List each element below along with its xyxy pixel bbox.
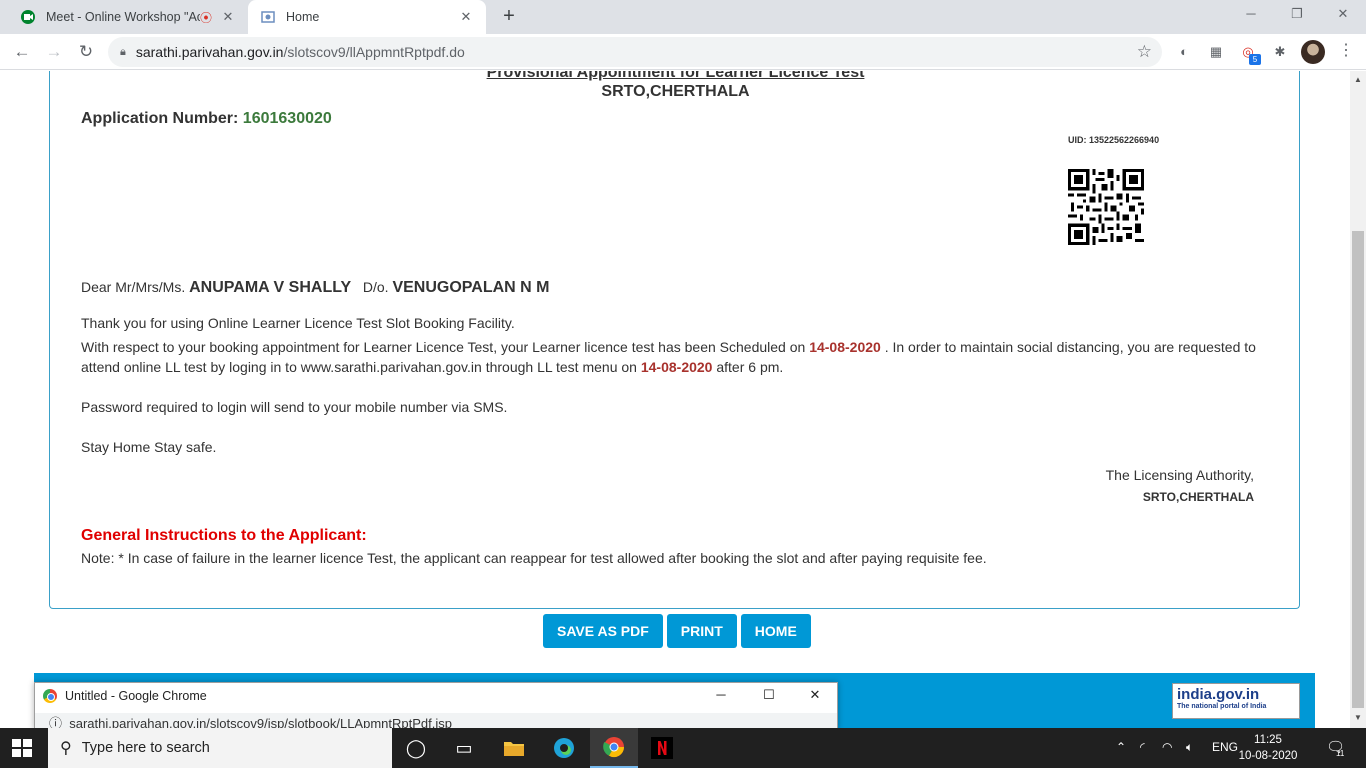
extension-badge: 5 xyxy=(1249,54,1261,65)
taskbar-search[interactable]: ⚲ Type here to search xyxy=(48,728,392,768)
volume-icon[interactable]: 🔈︎ xyxy=(1186,740,1193,755)
schedule-text-b: . In order to maintain social distancing… xyxy=(880,339,1256,355)
application-number-value: 1601630020 xyxy=(242,110,332,127)
taskbar: ⚲ Type here to search ◯ ▭ ⌃ ◜ ◠ 🔈︎ ENG 1… xyxy=(0,728,1366,768)
salutation: Dear Mr/Mrs/Ms. xyxy=(81,279,186,295)
salutation-line: Dear Mr/Mrs/Ms. ANUPAMA V SHALLY D/o. VE… xyxy=(81,279,550,297)
wifi-icon[interactable]: ◠ xyxy=(1162,740,1172,754)
close-window-icon[interactable]: ✕ xyxy=(1328,6,1358,22)
password-note: Password required to login will send to … xyxy=(81,399,508,415)
chrome-icon xyxy=(43,689,57,703)
tab-strip: Meet - Online Workshop "Ac ⦿ ✕ Home ✕ + … xyxy=(0,0,1366,34)
edge-icon[interactable] xyxy=(540,728,588,768)
applicant-name: ANUPAMA V SHALLY xyxy=(189,279,352,296)
schedule-text-d: after 6 pm. xyxy=(712,359,784,375)
netflix-icon[interactable] xyxy=(638,728,686,768)
tray-chevron-icon[interactable]: ⌃ xyxy=(1116,740,1126,754)
authority-office: SRTO,CHERTHALA xyxy=(1142,490,1254,504)
network-icon[interactable]: ◜ xyxy=(1140,740,1145,754)
thank-you-text: Thank you for using Online Learner Licen… xyxy=(81,315,515,331)
schedule-text-a: With respect to your booking appointment… xyxy=(81,339,810,355)
office-name: SRTO,CHERTHALA xyxy=(601,83,750,100)
notification-count: 11 xyxy=(1336,749,1345,758)
task-view-icon[interactable]: ▭ xyxy=(440,728,488,768)
file-explorer-icon[interactable] xyxy=(490,728,538,768)
reload-icon[interactable]: ↻ xyxy=(74,40,98,64)
page-scrollbar[interactable]: ▲ ▼ xyxy=(1350,71,1366,728)
popup-minimize-icon[interactable]: ─ xyxy=(711,687,731,702)
minimize-icon[interactable]: ─ xyxy=(1236,6,1266,21)
restore-icon[interactable]: ❐ xyxy=(1282,6,1312,22)
tab-meet[interactable]: Meet - Online Workshop "Ac ⦿ ✕ xyxy=(8,0,248,34)
parivahan-icon xyxy=(260,9,276,25)
uid-label: UID: 13522562266940 xyxy=(1068,135,1160,145)
forward-icon[interactable]: → xyxy=(42,40,66,64)
application-number: Application Number: 1601630020 xyxy=(81,110,332,128)
system-clock[interactable]: 11:25 10-08-2020 xyxy=(1238,732,1298,764)
extension-grid-icon[interactable]: ▦ xyxy=(1206,42,1226,62)
extension-compass-icon[interactable]: ◐ xyxy=(1174,42,1194,62)
tab-title: Meet - Online Workshop "Ac xyxy=(46,10,200,24)
home-button[interactable]: HOME xyxy=(740,614,811,648)
language-indicator[interactable]: ENG xyxy=(1212,740,1238,754)
menu-kebab-icon[interactable]: ⋮ xyxy=(1338,40,1354,60)
page-title: Provisional Appointment for Learner Lice… xyxy=(486,71,865,81)
url-path: /slotscov9/llAppmntRptpdf.do xyxy=(283,44,465,60)
appointment-panel: Provisional Appointment for Learner Lice… xyxy=(49,71,1300,609)
stay-safe-text: Stay Home Stay safe. xyxy=(81,439,217,455)
clock-time: 11:25 xyxy=(1254,734,1282,746)
lock-icon[interactable]: 🔒︎ xyxy=(120,46,126,59)
schedule-paragraph: With respect to your booking appointment… xyxy=(81,337,1261,377)
portal-name: india.gov.in xyxy=(1177,686,1260,703)
browser-toolbar: ← → ↻ 🔒︎ sarathi.parivahan.gov.in/slotsc… xyxy=(0,34,1366,70)
popup-window[interactable]: Untitled - Google Chrome ─ ☐ ✕ ⓘ sarathi… xyxy=(34,682,838,731)
popup-close-icon[interactable]: ✕ xyxy=(805,687,825,703)
scrollbar-thumb[interactable] xyxy=(1352,231,1364,708)
application-label: Application Number: xyxy=(81,110,239,127)
tab-home[interactable]: Home ✕ xyxy=(248,0,486,34)
address-bar[interactable]: 🔒︎ sarathi.parivahan.gov.in/slotscov9/ll… xyxy=(108,37,1162,67)
popup-title: Untitled - Google Chrome xyxy=(65,689,207,703)
url-host: sarathi.parivahan.gov.in xyxy=(135,44,284,60)
india-gov-logo[interactable]: india.gov.in The national portal of Indi… xyxy=(1172,683,1300,719)
search-placeholder: Type here to search xyxy=(81,740,210,756)
test-date: 14-08-2020 xyxy=(640,359,713,375)
instructions-heading: General Instructions to the Applicant: xyxy=(81,527,367,544)
new-tab-icon[interactable]: + xyxy=(498,6,520,28)
google-meet-icon xyxy=(20,9,36,25)
relation: D/o. xyxy=(362,279,389,295)
test-date: 14-08-2020 xyxy=(809,339,881,355)
instructions-note: Note: * In case of failure in the learne… xyxy=(81,550,987,566)
tab-title: Home xyxy=(286,10,320,24)
scroll-down-icon[interactable]: ▼ xyxy=(1354,713,1362,722)
windows-start-icon[interactable] xyxy=(12,739,32,757)
search-icon: ⚲ xyxy=(60,740,72,757)
recording-icon: ⦿ xyxy=(199,10,212,25)
close-tab-icon[interactable]: ✕ xyxy=(458,9,474,25)
qr-code xyxy=(1068,169,1144,245)
page-viewport: Provisional Appointment for Learner Lice… xyxy=(0,71,1350,728)
close-tab-icon[interactable]: ✕ xyxy=(220,9,236,25)
back-icon[interactable]: ← xyxy=(10,40,34,64)
popup-maximize-icon[interactable]: ☐ xyxy=(759,687,779,703)
extensions-puzzle-icon[interactable]: ✱ xyxy=(1270,42,1290,62)
print-button[interactable]: PRINT xyxy=(666,614,737,648)
action-buttons: SAVE AS PDF PRINT HOME xyxy=(543,614,811,648)
save-pdf-button[interactable]: SAVE AS PDF xyxy=(543,614,663,648)
cortana-icon[interactable]: ◯ xyxy=(392,728,440,768)
clock-date: 10-08-2020 xyxy=(1238,750,1298,762)
bookmark-star-icon[interactable]: ☆ xyxy=(1137,42,1152,62)
schedule-text-c: attend online LL test by loging in to ww… xyxy=(81,359,641,375)
scroll-up-icon[interactable]: ▲ xyxy=(1354,75,1362,84)
parent-name: VENUGOPALAN N M xyxy=(392,279,550,296)
profile-avatar[interactable] xyxy=(1301,40,1325,64)
popup-titlebar[interactable]: Untitled - Google Chrome ─ ☐ ✕ xyxy=(35,683,837,709)
portal-tagline: The national portal of India xyxy=(1177,703,1267,710)
authority-signature: The Licensing Authority, xyxy=(1105,467,1254,483)
chrome-taskbar-icon[interactable] xyxy=(590,728,638,768)
